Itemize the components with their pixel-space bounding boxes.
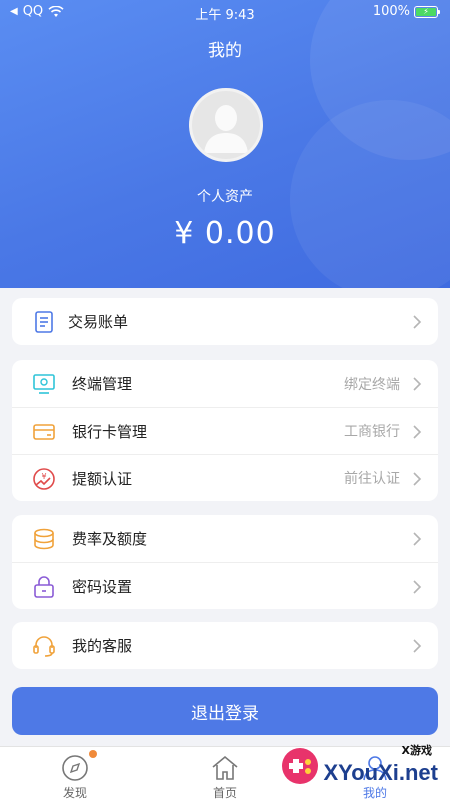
headset-icon	[33, 636, 55, 657]
avatar[interactable]	[189, 88, 263, 162]
account-card: 终端管理 绑定终端 银行卡管理 工商银行 ¥ 提额认证 前往认证	[12, 360, 438, 501]
menu-item-limit[interactable]: ¥ 提额认证 前往认证	[12, 454, 438, 501]
battery-percent: 100%	[372, 4, 410, 19]
compass-icon	[62, 755, 88, 781]
asset-value: ¥ 0.00	[174, 216, 276, 251]
status-bar: ◀ QQ 上午 9:43 100% ⚡	[0, 0, 450, 24]
chevron-right-icon	[413, 532, 422, 546]
menu-label: 提额认证	[72, 469, 133, 488]
battery-icon: ⚡	[414, 5, 440, 18]
tab-label: 发现	[62, 786, 87, 800]
chevron-right-icon	[413, 315, 422, 329]
gamepad-logo-icon	[282, 748, 318, 784]
service-card: 我的客服	[12, 622, 438, 669]
menu-value: 绑定终端	[344, 376, 400, 393]
chevron-right-icon	[413, 639, 422, 653]
menu-item-rate[interactable]: 费率及额度	[12, 515, 438, 562]
chevron-right-icon	[413, 580, 422, 594]
home-icon	[212, 755, 238, 780]
chevron-right-icon	[413, 425, 422, 439]
tab-discover[interactable]: 发现	[0, 747, 150, 800]
yen-arrow-icon: ¥	[33, 468, 55, 490]
menu-label: 密码设置	[72, 577, 133, 596]
asset-label: 个人资产	[197, 189, 253, 205]
document-icon	[35, 311, 53, 333]
menu-label: 交易账单	[68, 313, 129, 331]
menu-label: 我的客服	[72, 637, 133, 655]
watermark-small: X游戏	[401, 744, 432, 757]
card-icon	[33, 424, 55, 440]
svg-text:¥: ¥	[41, 472, 46, 481]
monitor-icon	[33, 374, 55, 394]
menu-value: 前往认证	[344, 471, 400, 487]
menu-item-bank-card[interactable]: 银行卡管理 工商银行	[12, 407, 438, 454]
notification-dot	[89, 750, 97, 758]
profile-header: ◀ QQ 上午 9:43 100% ⚡ 我的 个人资产 ¥ 0.00	[0, 0, 450, 288]
watermark-text: XYouXi.net	[323, 760, 439, 785]
user-silhouette-icon	[192, 91, 260, 159]
menu-item-terminal[interactable]: 终端管理 绑定终端	[12, 360, 438, 407]
menu-item-bill[interactable]: 交易账单	[12, 298, 438, 345]
lock-icon	[34, 576, 54, 598]
chevron-right-icon	[413, 377, 422, 391]
menu-item-service[interactable]: 我的客服	[12, 622, 438, 669]
site-watermark: X游戏 XYouXi.net	[278, 736, 446, 800]
coins-icon	[34, 528, 54, 550]
menu-label: 费率及额度	[72, 530, 148, 548]
menu-item-password[interactable]: 密码设置	[12, 562, 438, 609]
logout-button[interactable]: 退出登录	[12, 687, 438, 735]
menu-label: 终端管理	[72, 375, 133, 393]
menu-label: 银行卡管理	[72, 422, 148, 441]
chevron-right-icon	[413, 472, 422, 486]
menu-value: 工商银行	[344, 424, 400, 440]
settings-card: 费率及额度 密码设置	[12, 515, 438, 609]
page-title: 我的	[208, 41, 242, 61]
bill-card: 交易账单	[12, 298, 438, 345]
